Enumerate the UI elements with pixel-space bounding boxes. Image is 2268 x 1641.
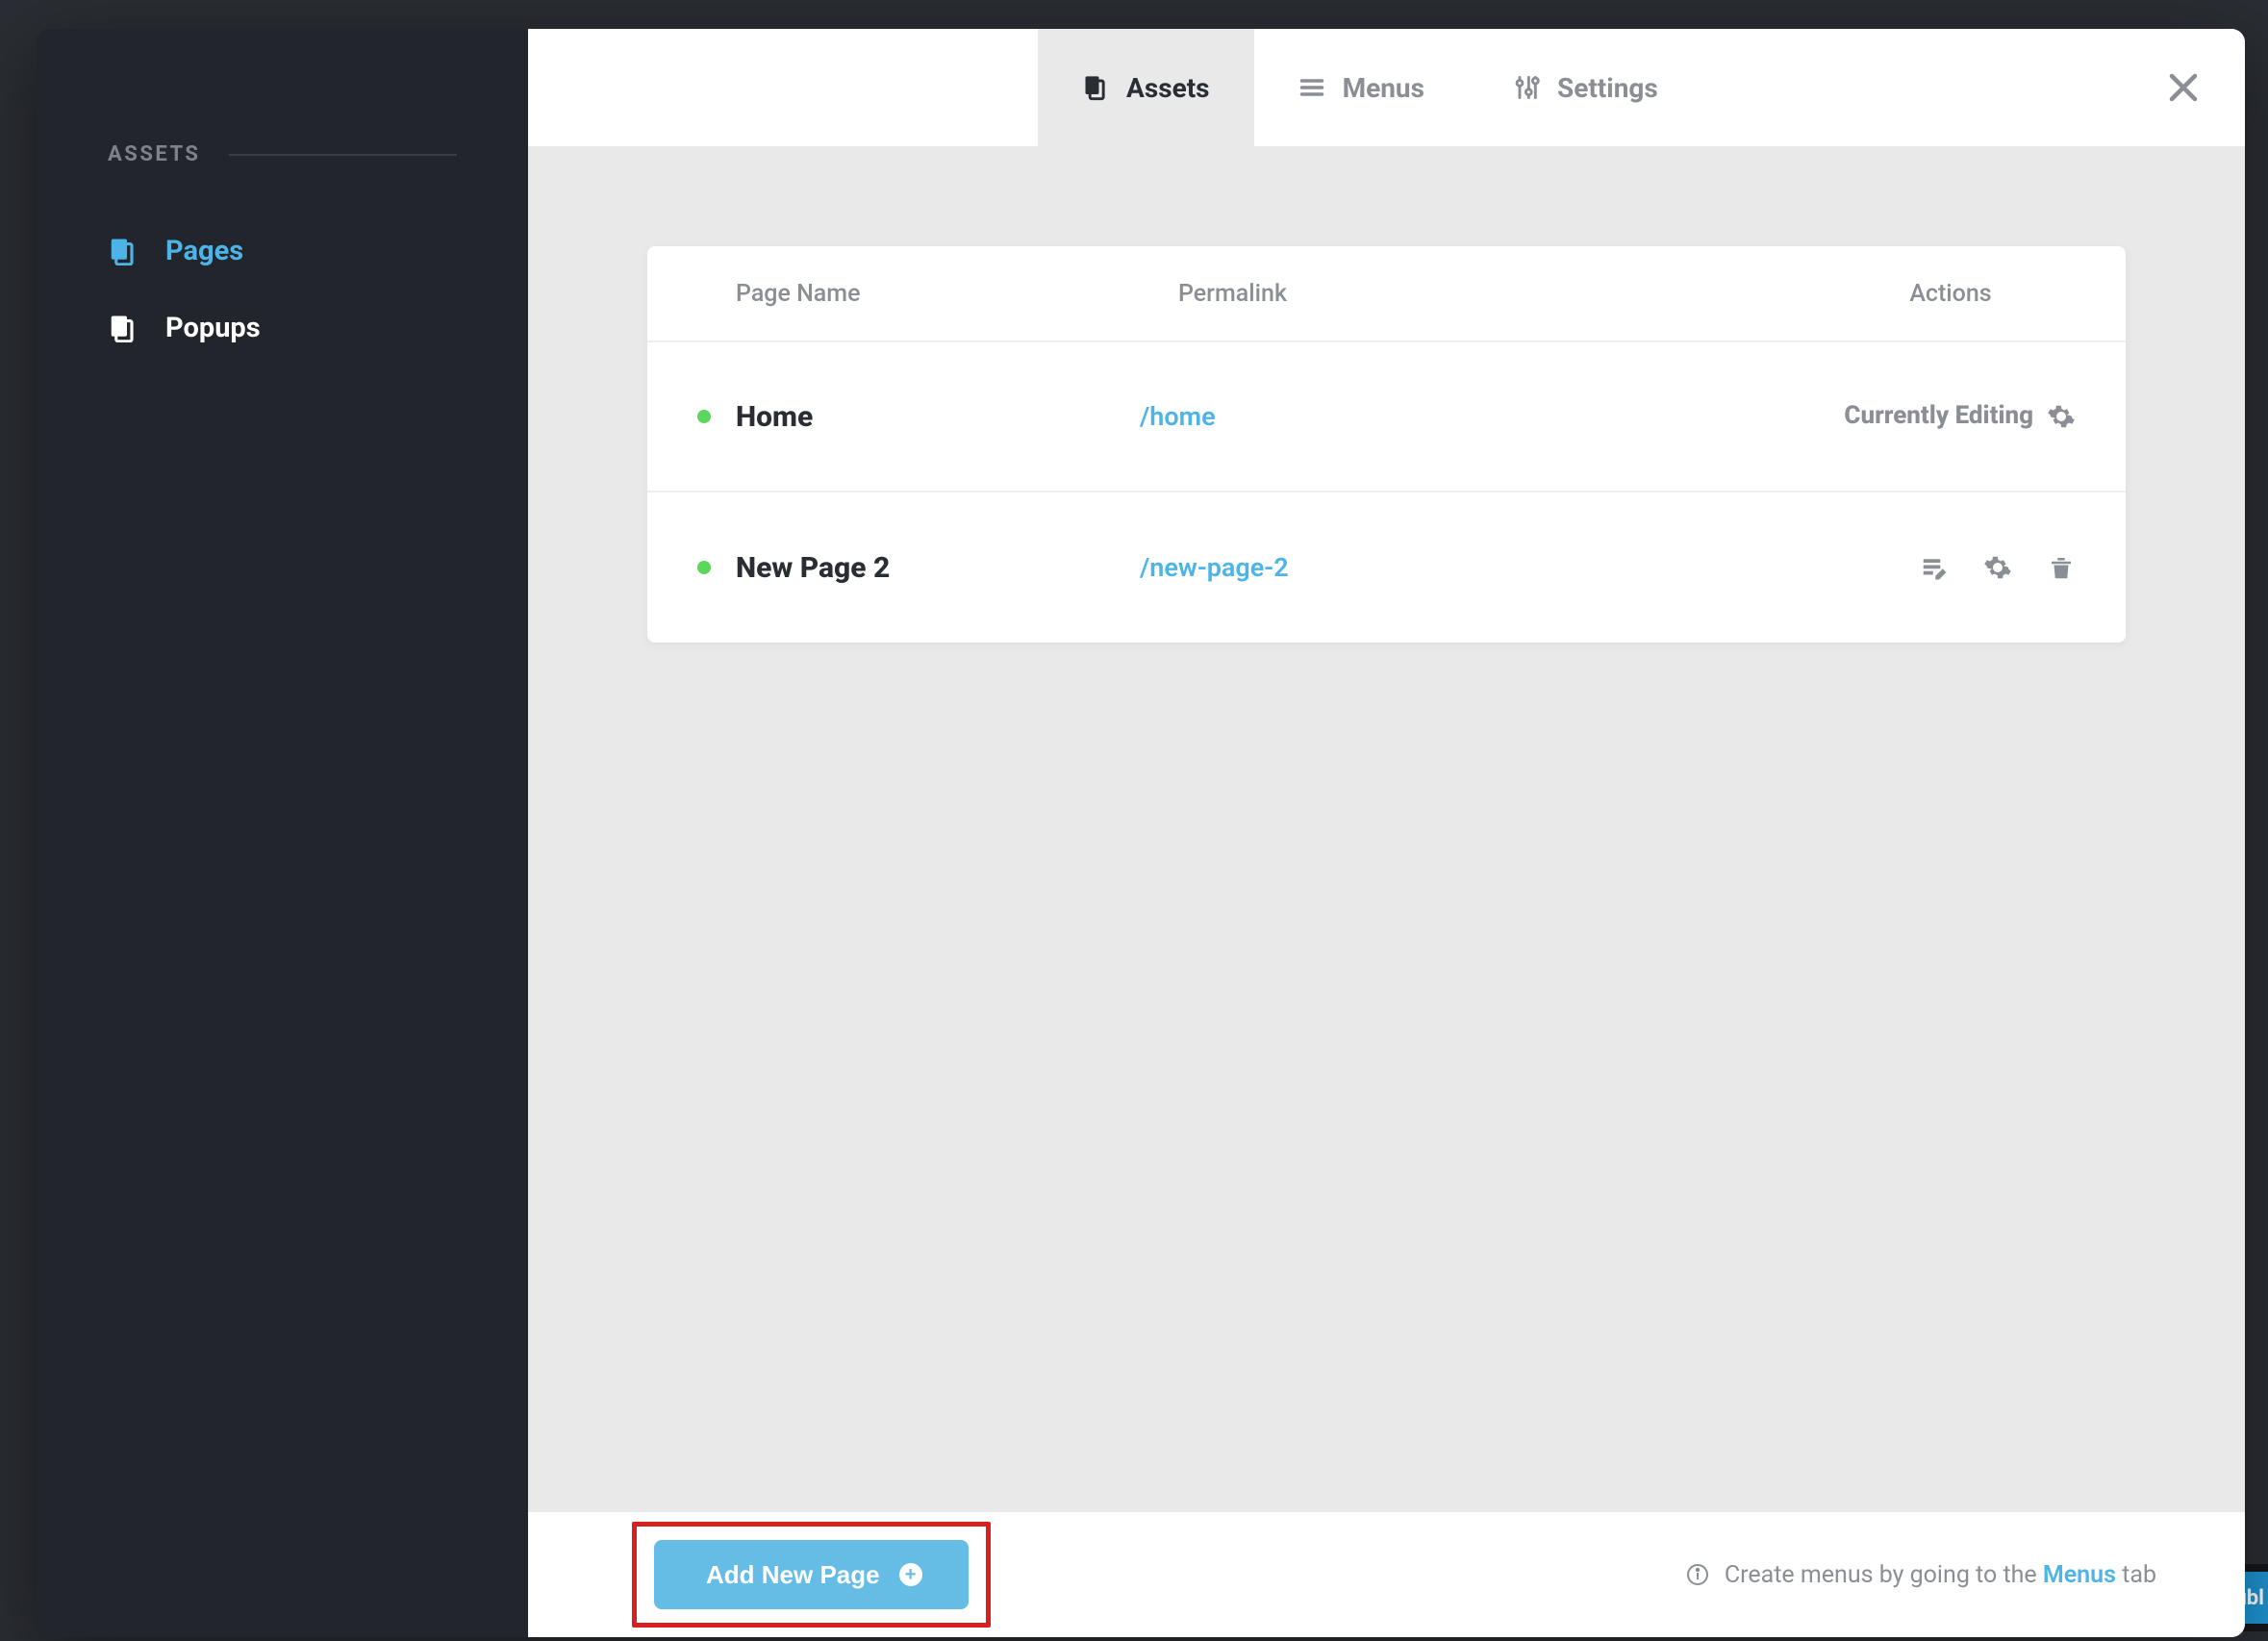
sidebar-section-title: ASSETS (108, 142, 200, 166)
tab-menus[interactable]: Menus (1254, 29, 1469, 146)
hint-prefix: Create menus by going to the (1725, 1561, 2043, 1589)
assets-modal: ASSETS Pages Popups Assets (37, 29, 2245, 1637)
tab-assets[interactable]: Assets (1038, 29, 1254, 146)
th-page-name: Page Name (736, 280, 1178, 308)
tab-label: Menus (1343, 72, 1424, 104)
assets-icon (1082, 74, 1109, 101)
permalink-link[interactable]: /home (1140, 401, 1216, 432)
footer: Add New Page + Create menus by going to … (528, 1512, 2245, 1637)
plus-circle-icon: + (899, 1563, 922, 1586)
highlight-annotation: Add New Page + (632, 1522, 991, 1628)
tab-label: Assets (1126, 72, 1210, 104)
footer-hint-text: Create menus by going to the Menus tab (1725, 1561, 2156, 1589)
link-cell: /new-page-2 (1140, 552, 1826, 583)
th-actions: Actions (1826, 280, 2076, 308)
table-header: Page Name Permalink Actions (647, 246, 2126, 342)
gear-icon[interactable] (2047, 402, 2076, 431)
th-permalink: Permalink (1178, 280, 1826, 308)
tab-settings[interactable]: Settings (1469, 29, 1702, 146)
actions-cell (1826, 553, 2076, 582)
table-row: Home /home Currently Editing (647, 342, 2126, 492)
pages-icon (108, 237, 137, 265)
currently-editing: Currently Editing (1826, 401, 2076, 431)
tab-label: Settings (1557, 72, 1658, 104)
close-icon[interactable] (2166, 70, 2201, 105)
sidebar-section-header: ASSETS (37, 142, 528, 166)
info-icon (1686, 1563, 1709, 1586)
edit-icon[interactable] (1920, 553, 1949, 582)
sidebar-item-label: Popups (165, 312, 261, 344)
sidebar-section-divider (229, 154, 457, 156)
pages-table: Page Name Permalink Actions Home /home (647, 246, 2126, 643)
menus-icon (1298, 74, 1325, 101)
trash-icon[interactable] (2047, 553, 2076, 582)
add-new-page-button[interactable]: Add New Page + (654, 1540, 969, 1609)
content-area: Page Name Permalink Actions Home /home (528, 146, 2245, 1512)
hint-menus-link[interactable]: Menus (2043, 1561, 2116, 1589)
sidebar: ASSETS Pages Popups (37, 29, 528, 1637)
permalink-link[interactable]: /new-page-2 (1140, 552, 1289, 583)
page-name: New Page 2 (736, 551, 890, 585)
gear-icon[interactable] (1983, 553, 2012, 582)
table-row: New Page 2 /new-page-2 (647, 492, 2126, 643)
tabs-row: Assets Menus Settings (528, 29, 2245, 146)
link-cell: /home (1140, 401, 1826, 432)
sidebar-item-pages[interactable]: Pages (37, 213, 528, 290)
status-dot-icon (697, 561, 711, 574)
currently-editing-label: Currently Editing (1844, 401, 2033, 431)
actions-cell: Currently Editing (1826, 401, 2076, 431)
tabs-spacer (528, 29, 1038, 146)
popups-icon (108, 314, 137, 342)
settings-icon (1513, 74, 1540, 101)
page-name: Home (736, 400, 813, 434)
status-dot-icon (697, 410, 711, 423)
hint-suffix: tab (2116, 1561, 2156, 1589)
add-button-label: Add New Page (706, 1560, 880, 1590)
name-cell: New Page 2 (697, 551, 1140, 585)
footer-hint: Create menus by going to the Menus tab (1686, 1561, 2156, 1589)
main-panel: Assets Menus Settings (528, 29, 2245, 1637)
name-cell: Home (697, 400, 1140, 434)
sidebar-item-popups[interactable]: Popups (37, 290, 528, 366)
sidebar-item-label: Pages (165, 235, 243, 267)
